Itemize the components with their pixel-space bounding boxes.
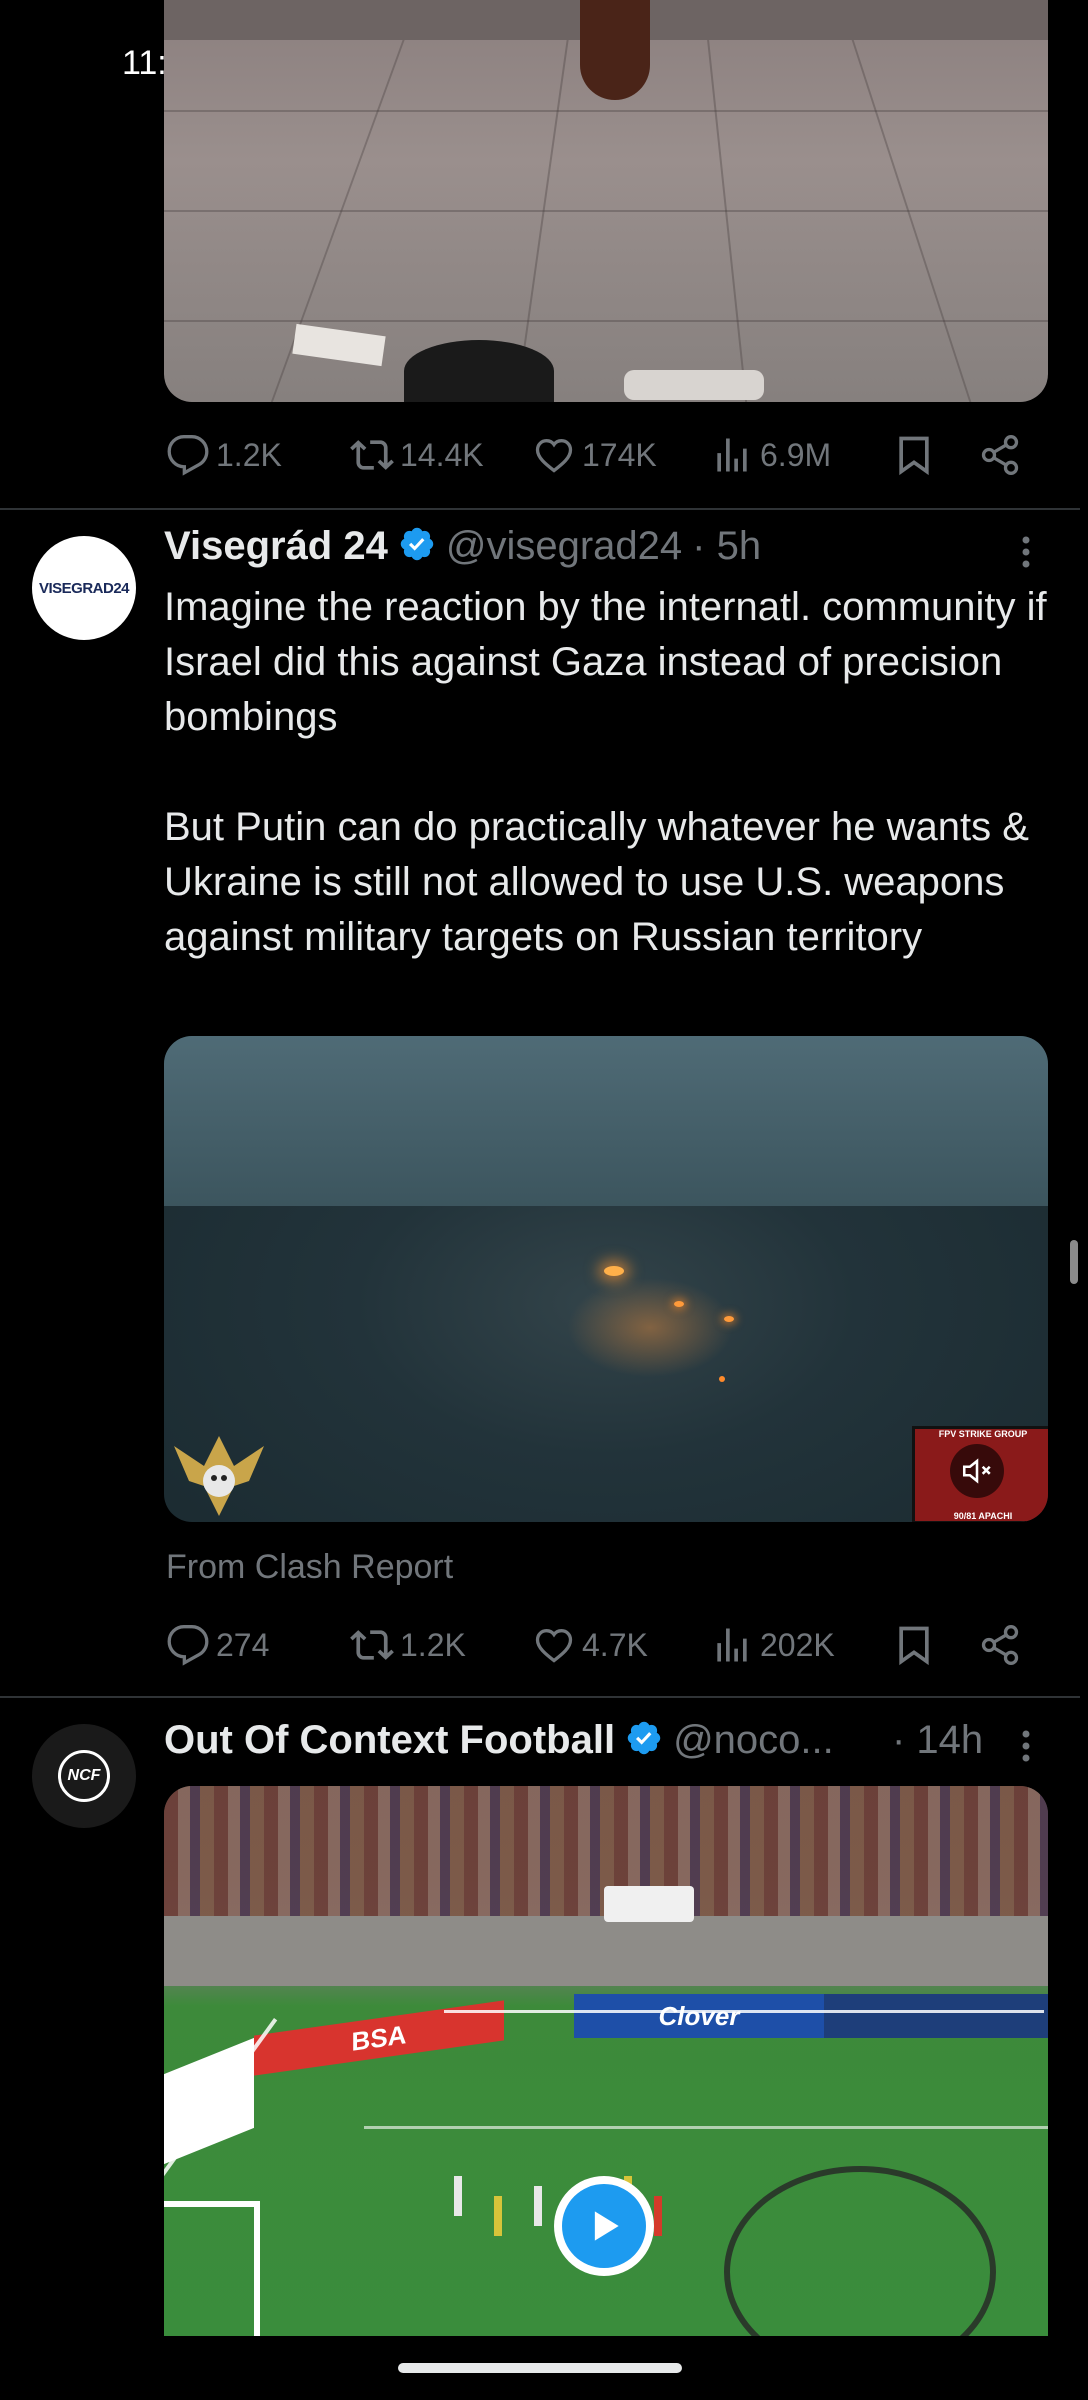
tweet2-time: · 5h [692,524,762,568]
tweet2-text: Imagine the reaction by the internatl. c… [164,585,1047,959]
views-icon [717,1628,747,1662]
heart-icon [535,1629,573,1663]
eagle-emblem-icon [164,1426,274,1522]
more-vertical-icon [1022,536,1030,568]
tweet2-views-count: 202K [760,1626,835,1663]
tweet2-video[interactable]: FPV STRIKE GROUP 90/81 APACHI [164,1036,1048,1522]
bookmark-icon [899,1626,929,1666]
tweet-divider [0,508,1080,510]
views-icon [717,438,747,472]
share-icon [981,1625,1019,1665]
tweet1-repost-button[interactable]: 14.4K [350,433,484,477]
tweet3-handle[interactable]: @noco... [673,1718,834,1763]
tweet2-bookmark-button[interactable] [892,1623,936,1667]
repost-icon [350,1630,394,1660]
tweet2-like-count: 4.7K [582,1626,648,1663]
tweet1-views-button[interactable]: 6.9M [710,433,831,477]
verified-badge-icon [625,1719,663,1762]
heart-icon [535,439,573,473]
tweet2-views-button[interactable]: 202K [710,1623,835,1667]
tweet2-actions: 274 1.2K 4.7K 202K [0,1620,1088,1670]
play-button[interactable] [554,2176,654,2276]
tweet3-avatar-logo-text: NCF [58,1750,110,1802]
tweet-divider [0,1696,1080,1698]
bookmark-icon [899,436,929,476]
share-icon [981,435,1019,475]
tweet2-avatar-logo-text: VISEGRAD24 [38,579,130,597]
mute-button[interactable] [950,1444,1004,1498]
tweet2-repost-count: 1.2K [400,1626,466,1663]
tweet2-repost-button[interactable]: 1.2K [350,1623,466,1667]
tweet3-video[interactable]: BSA Clover [164,1786,1048,2336]
tweet2-handle[interactable]: @visegrad24 [446,524,682,569]
tweet3-time: · 14h [892,1718,984,1762]
scrollbar-thumb[interactable] [1070,1240,1078,1284]
tweet1-reply-button[interactable]: 1.2K [166,433,282,477]
home-indicator[interactable] [398,2363,682,2373]
watermark-bottom-text: 90/81 APACHI [953,1511,1013,1521]
watermark-top-text: FPV STRIKE GROUP [938,1429,1028,1439]
ad-board-clover: Clover [574,1994,824,2038]
play-icon [594,2211,619,2241]
tweet2-reply-count: 274 [216,1626,270,1663]
tweet2-source[interactable]: From Clash Report [166,1548,453,1587]
tweet1-like-count: 174K [582,436,657,473]
tweet3-avatar[interactable]: NCF [32,1724,136,1828]
tweet2-reply-button[interactable]: 274 [166,1623,269,1667]
tweet2-share-button[interactable] [978,1623,1022,1667]
reply-icon [167,1625,209,1666]
muted-speaker-icon [962,1458,991,1484]
reply-icon [167,435,209,476]
tweet1-like-button[interactable]: 174K [532,433,657,477]
tweet2-header: Visegrád 24 @visegrad24 · 5h [164,524,761,569]
tweet1-image[interactable] [164,0,1048,402]
tweet2-avatar[interactable]: VISEGRAD24 [32,536,136,640]
tweet2-more-button[interactable] [1014,528,1038,587]
tweet1-bookmark-button[interactable] [892,433,936,477]
tweet1-repost-count: 14.4K [400,436,484,473]
tweet1-reply-count: 1.2K [216,436,282,473]
tweet3-more-button[interactable] [1014,1722,1038,1781]
tweet1-views-count: 6.9M [760,436,832,473]
tweet2-author-name[interactable]: Visegrád 24 [164,524,388,569]
repost-icon [350,440,394,470]
tweet1-actions: 1.2K 14.4K 174K 6.9M [0,430,1088,480]
tweet3-author-name[interactable]: Out Of Context Football [164,1718,615,1763]
tweet3-header: Out Of Context Football @noco... [164,1718,834,1763]
verified-badge-icon [398,525,436,568]
tweet1-share-button[interactable] [978,433,1022,477]
more-vertical-icon [1022,1730,1030,1762]
tweet2-like-button[interactable]: 4.7K [532,1623,648,1667]
